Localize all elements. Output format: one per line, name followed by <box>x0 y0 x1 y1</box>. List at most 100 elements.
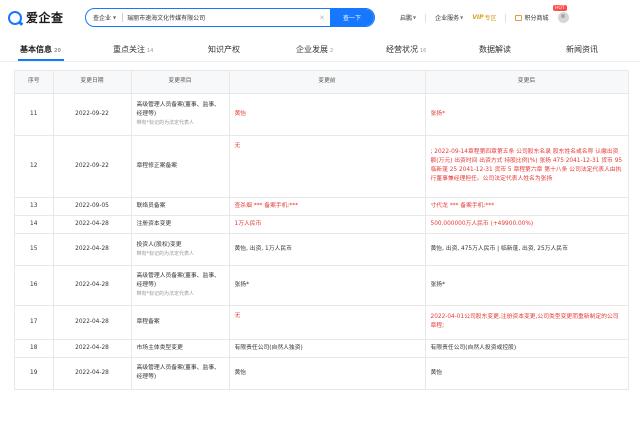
tab-label: 重点关注 <box>113 45 145 54</box>
cell-item: 高级管理人员备案(董事、监事、经理等) <box>131 357 230 390</box>
table-row: 19 2022-04-28 高级管理人员备案(董事、监事、经理等) 黄怡 黄怡 <box>15 357 629 390</box>
item-note: 带有*标记的为法定代表人 <box>136 120 195 126</box>
cell-date: 2022-04-28 <box>53 265 132 306</box>
divider <box>122 13 124 22</box>
cell-date: 2022-09-22 <box>53 135 132 198</box>
nav-item-points-mall[interactable]: 积分商城 <box>515 13 549 22</box>
cell-item: 联络员备案 <box>131 197 230 216</box>
tab-ip[interactable]: 知识产权 <box>208 44 240 55</box>
tab-count: 14 <box>147 48 154 54</box>
cell-after: 有限责任公司(自然人投资或控股) <box>425 339 629 358</box>
hot-badge: HOT <box>553 5 567 11</box>
cell-item: 市场主体类型变更 <box>131 339 230 358</box>
nav-item-label: 启鹏 <box>400 15 413 22</box>
top-header: 爱企查 查企业 ▼ ✕ 查一下 启鹏 ▼ 企业服务 ▼ VIP 专区 积分商城 … <box>0 0 640 36</box>
table-row: 13 2022-09-05 联络员备案 查杀烟 *** 备案手机:*** 寸代龙… <box>15 197 629 216</box>
cell-after: 2022-04-01公司股东变更,注册资本变更,公司类型变更而重新制定的公司章程… <box>425 305 629 340</box>
cell-item: 高级管理人员备案(董事、监事、经理等) 带有*标记的为法定代表人 <box>131 265 230 306</box>
clear-icon[interactable]: ✕ <box>314 14 330 22</box>
tab-news[interactable]: 新闻资讯 <box>566 44 598 55</box>
search-logo-icon <box>8 10 22 25</box>
chevron-down-icon: ▼ <box>113 15 117 20</box>
tab-label: 新闻资讯 <box>566 45 598 54</box>
item-label: 投资人(股权)变更 <box>136 241 182 248</box>
tab-data-interpretation[interactable]: 数据解读 <box>479 44 511 55</box>
search-bar: 查企业 ▼ ✕ 查一下 <box>85 8 375 27</box>
tab-label: 经营状况 <box>386 45 418 54</box>
column-header-item: 变更项目 <box>131 71 230 94</box>
cell-no: 18 <box>15 339 54 358</box>
vip-label: VIP <box>472 14 484 21</box>
vip-sub-label: 专区 <box>484 15 497 22</box>
nav-item-qipeng[interactable]: 启鹏 ▼ <box>400 13 416 22</box>
tab-label: 数据解读 <box>479 45 511 54</box>
search-button[interactable]: 查一下 <box>330 9 374 26</box>
column-header-no: 序号 <box>15 71 54 94</box>
cell-item: 投资人(股权)变更 带有*标记的为法定代表人 <box>131 233 230 266</box>
cell-before: 无 <box>229 305 426 340</box>
item-note: 带有*标记的为法定代表人 <box>136 250 195 257</box>
cell-date: 2022-04-28 <box>53 233 132 266</box>
cell-before: 无 <box>229 135 426 198</box>
divider <box>425 13 427 22</box>
table-header-row: 序号 变更日期 变更项目 变更前 变更后 <box>15 71 629 94</box>
tab-key-focus[interactable]: 重点关注 14 <box>113 44 153 55</box>
table-row: 17 2022-04-28 章程备案 无 2022-04-01公司股东变更,注册… <box>15 305 629 340</box>
tab-label: 企业发展 <box>296 45 328 54</box>
active-tab-indicator <box>18 59 64 61</box>
tab-business-status[interactable]: 经营状况 16 <box>386 44 426 55</box>
cell-no: 15 <box>15 233 54 266</box>
column-header-after: 变更后 <box>425 71 629 94</box>
table-row: 11 2022-09-22 高级管理人员备案(董事、监事、经理等) 带有*标记的… <box>15 93 629 136</box>
cell-date: 2022-04-28 <box>53 305 132 340</box>
cell-item: 章程备案 <box>131 305 230 340</box>
cell-after: 黄怡 <box>425 357 629 390</box>
item-note: 带有*标记的为法定代表人 <box>136 291 195 297</box>
cell-no: 19 <box>15 357 54 390</box>
avatar[interactable] <box>557 12 569 23</box>
tab-enterprise-development[interactable]: 企业发展 2 <box>296 44 333 55</box>
logo[interactable]: 爱企查 <box>8 9 64 26</box>
cell-no: 16 <box>15 265 54 306</box>
cell-date: 2022-09-05 <box>53 197 132 216</box>
cell-before: 查杀烟 *** 备案手机:*** <box>229 197 426 216</box>
chevron-down-icon: ▼ <box>413 15 417 20</box>
chevron-down-icon: ▼ <box>460 15 464 20</box>
tab-basic-info[interactable]: 基本信息 20 <box>20 44 61 55</box>
cell-after: ; 2022-09-14章程第四章第五条 公司股东名录 股东姓名或名称 认缴出资… <box>425 135 629 198</box>
nav-item-enterprise-service[interactable]: 企业服务 ▼ <box>435 13 463 22</box>
cell-date: 2022-04-28 <box>53 357 132 390</box>
cell-date: 2022-09-22 <box>53 93 132 136</box>
cell-after: 500.000000万人民币 (+49900.00%) <box>425 215 629 234</box>
cell-after: 黄怡, 出资, 475万人民币 | 临新蓬, 出资, 25万人民币 <box>425 233 629 266</box>
cell-no: 13 <box>15 197 54 216</box>
cell-no: 17 <box>15 305 54 340</box>
cell-no: 14 <box>15 215 54 234</box>
tab-count: 2 <box>330 48 334 54</box>
cell-item: 章程修正案备案 <box>131 135 230 198</box>
table-row: 18 2022-04-28 市场主体类型变更 有限责任公司(自然人独资) 有限责… <box>15 339 629 358</box>
cell-after: 张扬* <box>425 265 629 306</box>
search-scope-dropdown[interactable]: 查企业 ▼ <box>86 13 120 22</box>
cell-before: 黄怡, 出资, 1万人民币 <box>229 233 426 266</box>
gift-icon <box>515 14 523 21</box>
nav-item-vip[interactable]: VIP 专区 <box>472 13 496 22</box>
table-row: 12 2022-09-22 章程修正案备案 无 ; 2022-09-14章程第四… <box>15 135 629 198</box>
cell-before: 有限责任公司(自然人独资) <box>229 339 426 358</box>
item-label: 高级管理人员备案(董事、监事、经理等) <box>136 273 220 288</box>
search-scope-label: 查企业 <box>93 15 112 22</box>
cell-date: 2022-04-28 <box>53 215 132 234</box>
item-label: 章程修正案备案 <box>136 162 178 169</box>
tab-label: 知识产权 <box>208 45 240 54</box>
logo-text: 爱企查 <box>26 11 64 25</box>
nav-item-label: 企业服务 <box>435 15 460 22</box>
search-input[interactable] <box>127 10 315 25</box>
cell-item: 注册资本变更 <box>131 215 230 234</box>
tab-count: 16 <box>420 48 427 54</box>
top-nav: 启鹏 ▼ 企业服务 ▼ VIP 专区 积分商城 HOT <box>400 5 569 23</box>
section-tabs: 基本信息 20 重点关注 14 知识产权 企业发展 2 经营状况 16 数据解读 新闻资… <box>0 36 640 62</box>
divider <box>505 13 507 22</box>
item-label: 高级管理人员备案(董事、监事、经理等) <box>136 102 220 117</box>
tab-count: 20 <box>54 48 61 54</box>
cell-after: 寸代龙 *** 备案手机:*** <box>425 197 629 216</box>
